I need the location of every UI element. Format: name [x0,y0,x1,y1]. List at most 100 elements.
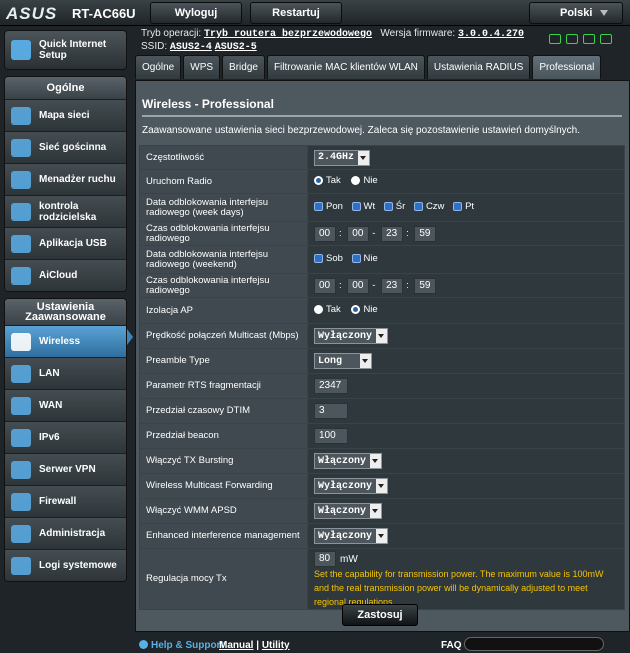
traffic-manager-icon [11,170,31,189]
sidebar-item-firewall[interactable]: Firewall [5,485,126,517]
tab-general[interactable]: Ogólne [135,55,182,79]
general-header: Ogólne [5,77,126,99]
shield-icon [11,492,31,511]
table-row: Data odblokowania interfejsu radiowego (… [139,245,625,274]
status-info: Tryb operacji: Tryb routera bezprzewodow… [141,28,524,54]
sidebar-item-ipv6[interactable]: IPv6 [5,421,126,453]
weekend-time-label: Czas odblokowania interfejsu radiowego [139,273,308,298]
preamble-select[interactable]: Long [314,353,372,369]
checkbox-sun[interactable]: Nie [351,253,378,264]
faq-label: FAQ [441,640,462,651]
restart-button[interactable]: Restartuj [250,2,342,24]
apply-button[interactable]: Zastosuj [342,604,418,626]
weekend-start-hour-input[interactable]: 00 [314,277,336,294]
checkbox-thu[interactable]: Czw [413,201,444,212]
wmm-apsd-select[interactable]: Włączony [314,503,383,519]
checkbox-wed[interactable]: Śr [383,201,405,212]
ap-isolation-yes-option[interactable]: Tak [314,304,341,315]
sidebar-item-traffic-manager[interactable]: Menadżer ruchu [5,163,126,195]
frequency-label: Częstotliwość [139,145,308,170]
usb-application-icon [11,234,31,253]
multicast-rate-select[interactable]: Wyłączony [314,328,389,344]
weekend-end-minute-input[interactable]: 59 [414,277,437,294]
tx-power-input[interactable]: 80 [314,551,336,567]
sidebar-item-aicloud[interactable]: AiCloud [5,259,126,291]
advanced-menu: Ustawienia Zaawansowane Wireless LAN WAN… [4,298,127,582]
weekday-end-minute-input[interactable]: 59 [414,225,437,242]
frequency-select[interactable]: 2.4GHz [314,149,371,166]
help-support-link[interactable]: Help & Support [139,640,224,651]
interference-label: Enhanced interference management [139,523,308,549]
page-title: Wireless - Professional [142,97,274,111]
ssid-5-link[interactable]: ASUS2-5 [215,42,257,53]
sidebar-item-parental-control[interactable]: kontrola rodzicielska [5,195,126,227]
sidebar-item-system-log[interactable]: Logi systemowe [5,549,126,581]
table-row: Włączyć TX Bursting Włączony [139,448,625,474]
op-mode-link[interactable]: Tryb routera bezprzewodowego [204,29,372,40]
tx-bursting-select[interactable]: Włączony [314,453,383,469]
dtim-input[interactable]: 3 [314,403,348,419]
tab-wps[interactable]: WPS [183,55,221,79]
footer-links: Manual | Utility [219,640,290,651]
wifi-status-icon[interactable] [600,34,612,44]
sidebar-item-network-map[interactable]: Mapa sieci [5,99,126,131]
table-row: Prędkość połączeń Multicast (Mbps) Wyłąc… [139,323,625,349]
logout-button[interactable]: Wyloguj [150,2,242,24]
sidebar-item-usb-application[interactable]: Aplikacja USB [5,227,126,259]
tab-bridge[interactable]: Bridge [222,55,265,79]
multicast-forwarding-select[interactable]: Wyłączony [314,478,389,494]
sidebar-item-lan[interactable]: LAN [5,357,126,389]
firmware-link[interactable]: 3.0.0.4.270 [458,29,524,40]
weekday-time-label: Czas odblokowania interfejsu radiowego [139,221,308,246]
sidebar-item-vpn-server[interactable]: Serwer VPN [5,453,126,485]
utility-link[interactable]: Utility [262,640,290,651]
sidebar-item-guest-network[interactable]: Sieć gościnna [5,131,126,163]
multicast-rate-label: Prędkość połączeń Multicast (Mbps) [139,323,308,349]
weekend-end-hour-input[interactable]: 23 [381,277,404,294]
usb-status-icon[interactable] [583,34,595,44]
weekend-start-minute-input[interactable]: 00 [347,277,370,294]
tab-radius[interactable]: Ustawienia RADIUS [426,55,531,79]
sidebar-item-wireless[interactable]: Wireless [5,325,126,357]
radio-yes-option[interactable]: Tak [314,175,341,186]
rts-label: Parametr RTS fragmentacji [139,373,308,399]
weekday-end-hour-input[interactable]: 23 [381,225,404,242]
network-status-icon[interactable] [549,34,561,44]
quick-internet-setup-button[interactable]: Quick Internet Setup [4,30,127,70]
parental-control-icon [11,202,31,221]
ap-isolation-label: Izolacja AP [139,297,308,324]
table-row: Regulacja mocy Tx 80 mW Set the capabilit… [139,548,625,610]
tab-mac-filter[interactable]: Filtrowanie MAC klientów WLAN [266,55,425,79]
dropdown-arrow-icon [360,354,371,368]
ap-isolation-no-option[interactable]: Nie [351,304,378,315]
beacon-input[interactable]: 100 [314,428,348,444]
manual-link[interactable]: Manual [219,640,253,651]
dropdown-arrow-icon [370,504,382,518]
radio-no-option[interactable]: Nie [351,175,378,186]
table-row: Częstotliwość 2.4GHz [139,145,625,170]
tab-professional[interactable]: Professional [532,55,602,79]
language-select[interactable]: Polski [529,2,623,24]
checkbox-mon[interactable]: Pon [314,201,343,212]
ssid-24-link[interactable]: ASUS2-4 [170,42,212,53]
vpn-icon [11,460,31,479]
checkbox-fri[interactable]: Pt [453,201,474,212]
table-row: Czas odblokowania interfejsu radiowego 0… [139,273,625,298]
checkbox-sat[interactable]: Sob [314,253,343,264]
wan-status-icon[interactable] [566,34,578,44]
sidebar-item-wan[interactable]: WAN [5,389,126,421]
sidebar-item-administration[interactable]: Administracja [5,517,126,549]
weekday-start-minute-input[interactable]: 00 [347,225,370,242]
guest-network-icon [11,138,31,157]
interference-select[interactable]: Wyłączony [314,528,389,544]
log-icon [11,556,31,575]
network-map-icon [11,106,31,125]
faq-search-input[interactable] [464,637,604,651]
ssid-label: SSID: [141,41,168,52]
weekday-start-hour-input[interactable]: 00 [314,225,336,242]
checkbox-tue[interactable]: Wt [351,201,375,212]
table-row: Parametr RTS fragmentacji 2347 [139,373,625,399]
dropdown-arrow-icon [376,479,388,493]
rts-input[interactable]: 2347 [314,378,348,394]
wizard-icon [11,40,31,60]
